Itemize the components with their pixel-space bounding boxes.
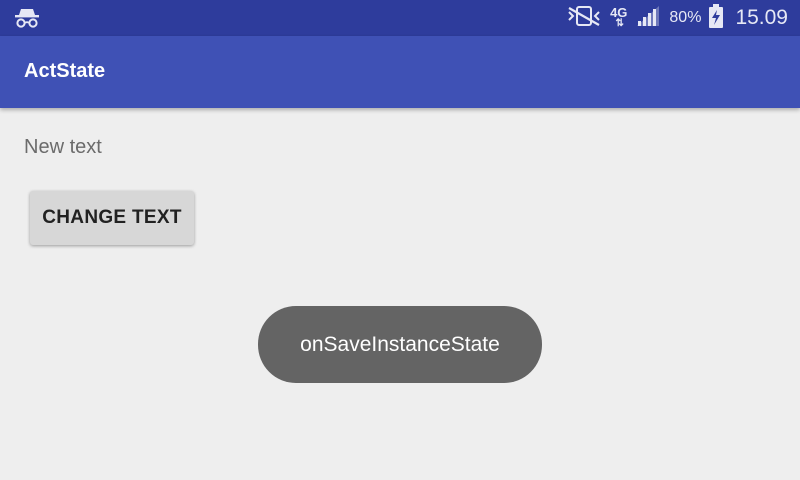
app-title: ActState	[24, 60, 106, 82]
battery-charging-icon	[709, 4, 724, 32]
incognito-icon	[14, 7, 40, 29]
vibrate-mute-icon	[566, 5, 602, 31]
data-arrows-icon: ⇅	[615, 18, 625, 29]
app-toolbar: ActState	[0, 36, 800, 108]
status-icons: 4G ⇅ 80% 15.09	[566, 0, 788, 36]
toast-message: onSaveInstanceState	[258, 306, 542, 383]
text-view: New text	[24, 136, 102, 158]
signal-icon	[635, 4, 661, 32]
mobile-data-icon: 4G ⇅	[610, 6, 627, 29]
clock: 15.09	[735, 6, 788, 29]
battery-percent: 80%	[669, 9, 702, 26]
change-text-button[interactable]: CHANGE TEXT	[30, 191, 194, 245]
status-bar: 4G ⇅ 80% 15.09	[0, 0, 800, 36]
